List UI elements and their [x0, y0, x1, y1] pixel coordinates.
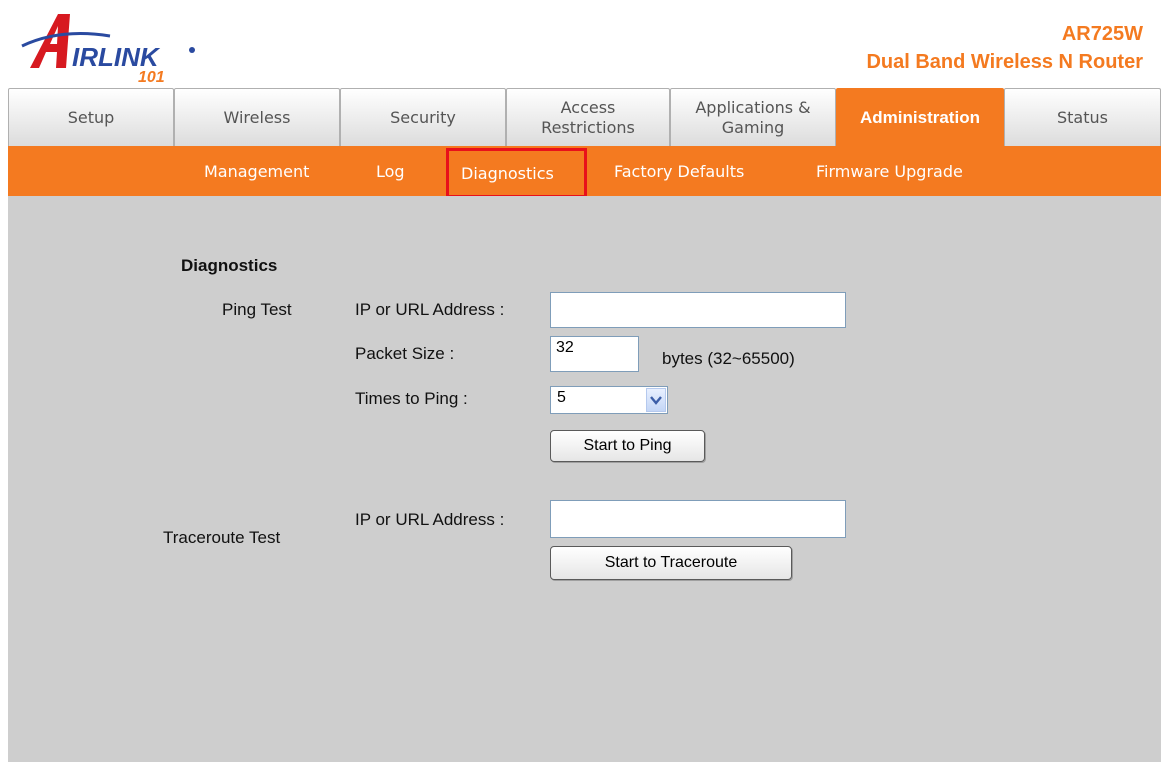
product-name: Dual Band Wireless N Router: [866, 51, 1143, 73]
traceroute-address-input[interactable]: [550, 500, 846, 538]
section-title: Diagnostics: [181, 256, 278, 275]
header: IRLINK 101 AR725W Dual Band Wireless N R…: [0, 0, 1161, 88]
airlink-logo: IRLINK 101: [20, 6, 200, 86]
packet-size-input[interactable]: 32: [550, 336, 639, 372]
times-to-ping-value: 5: [557, 389, 566, 406]
sub-navigation: Management Log Diagnostics Factory Defau…: [8, 146, 1161, 198]
subnav-factory-defaults[interactable]: Factory Defaults: [614, 146, 744, 196]
tab-setup[interactable]: Setup: [8, 88, 174, 146]
subnav-log[interactable]: Log: [376, 146, 405, 196]
traceroute-address-label: IP or URL Address :: [355, 510, 505, 529]
svg-text:IRLINK: IRLINK: [72, 42, 161, 72]
tab-administration[interactable]: Administration: [836, 88, 1004, 146]
tab-status[interactable]: Status: [1004, 88, 1161, 146]
ping-address-label: IP or URL Address :: [355, 300, 505, 319]
ping-test-label: Ping Test: [222, 300, 292, 319]
packet-size-label: Packet Size :: [355, 344, 455, 363]
start-traceroute-button[interactable]: Start to Traceroute: [550, 546, 792, 580]
ping-address-input[interactable]: [550, 292, 846, 328]
times-to-ping-select[interactable]: 5: [550, 386, 668, 414]
model-name: AR725W: [1061, 23, 1143, 45]
times-to-ping-label: Times to Ping :: [355, 389, 468, 408]
main-tabs: Setup Wireless Security Access Restricti…: [8, 88, 1161, 146]
packet-size-hint: bytes (32~65500): [662, 349, 795, 368]
tab-wireless[interactable]: Wireless: [174, 88, 340, 146]
subnav-management[interactable]: Management: [204, 146, 309, 196]
traceroute-test-label: Traceroute Test: [163, 528, 281, 547]
start-ping-button[interactable]: Start to Ping: [550, 430, 705, 462]
tab-access-restrictions[interactable]: Access Restrictions: [506, 88, 670, 146]
svg-text:101: 101: [138, 69, 165, 86]
diagnostics-panel: Diagnostics Ping Test IP or URL Address …: [8, 196, 1161, 762]
subnav-firmware-upgrade[interactable]: Firmware Upgrade: [816, 146, 963, 196]
tab-applications-gaming[interactable]: Applications & Gaming: [670, 88, 836, 146]
product-title: AR725W Dual Band Wireless N Router: [866, 20, 1143, 76]
chevron-down-icon[interactable]: [646, 388, 666, 412]
tab-security[interactable]: Security: [340, 88, 506, 146]
subnav-diagnostics[interactable]: Diagnostics: [446, 148, 587, 198]
